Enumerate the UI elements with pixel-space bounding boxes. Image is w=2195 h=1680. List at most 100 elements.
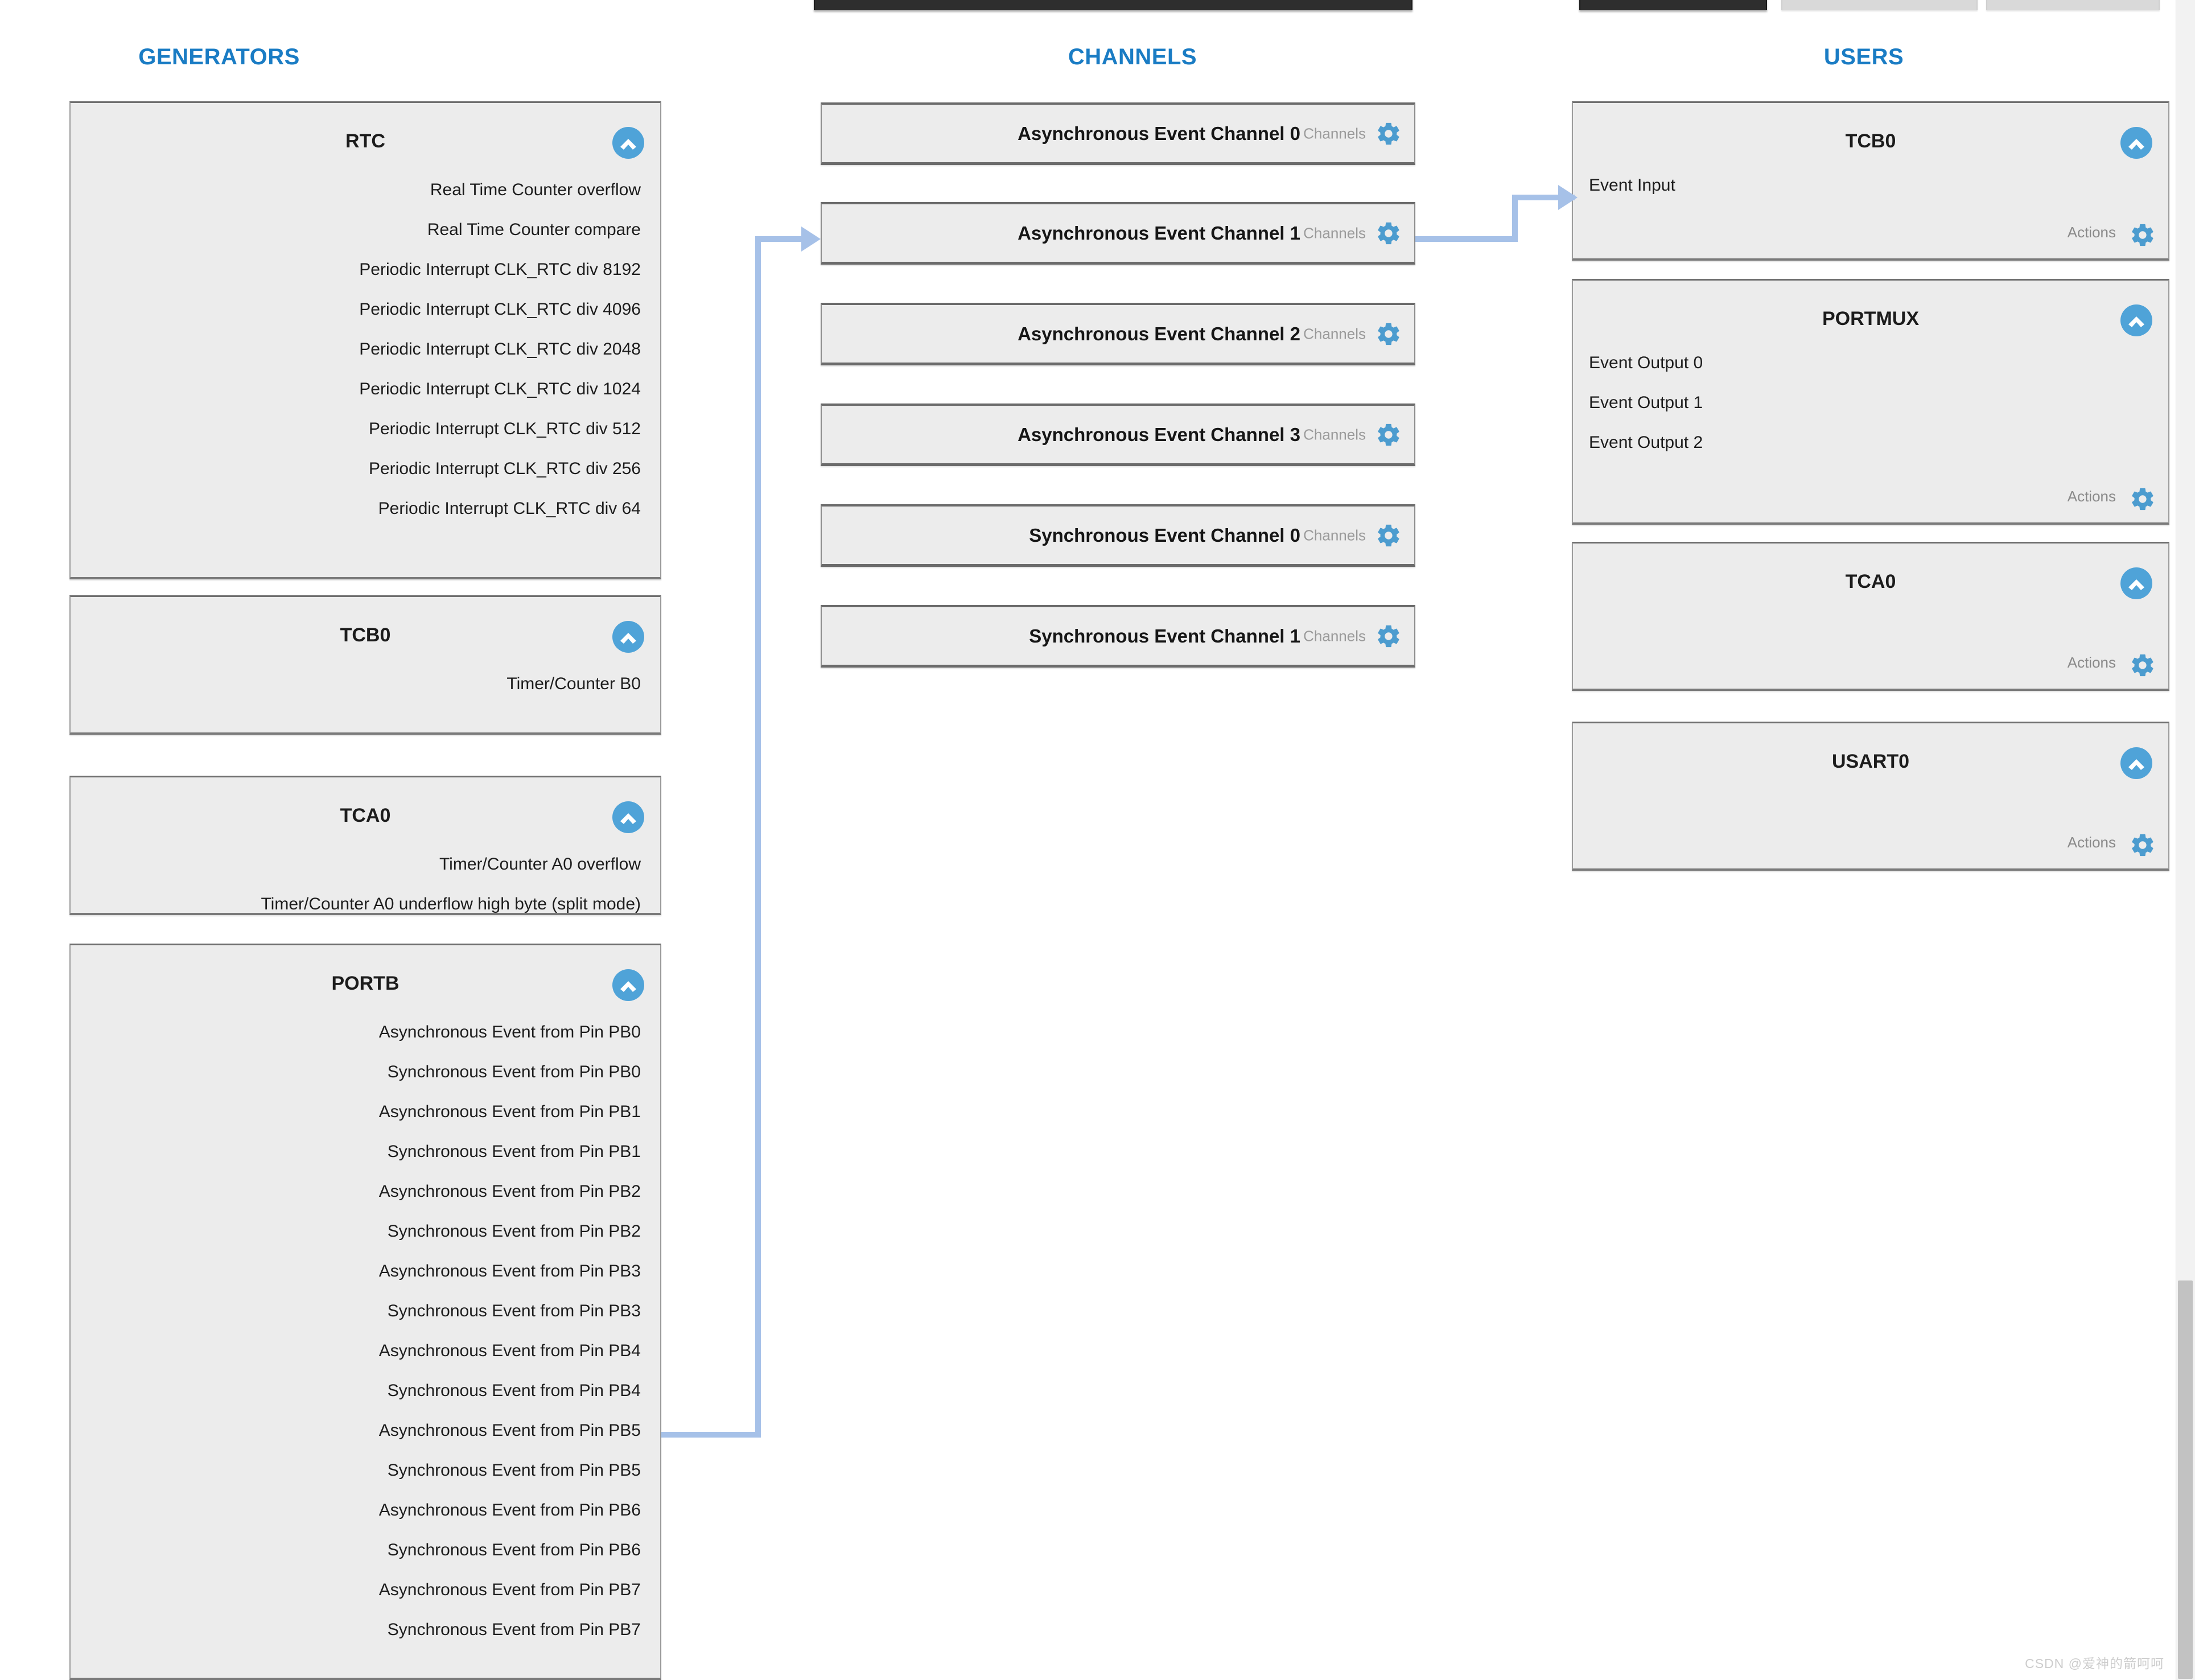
gear-icon[interactable] [1376,121,1402,147]
channel-sublabel: Channels [1303,426,1366,443]
generator-item[interactable]: Periodic Interrupt CLK_RTC div 256 [71,449,641,489]
panel-title: RTC [345,130,385,152]
user-item-list: Event Input [1573,166,2149,205]
gear-icon[interactable] [2130,486,2156,512]
chevron-up-icon[interactable] [612,969,644,1001]
generator-item[interactable]: Synchronous Event from Pin PB3 [71,1291,641,1331]
user-item[interactable]: Event Input [1573,166,2149,205]
channel-row[interactable]: Asynchronous Event Channel 3 Channels [821,403,1415,466]
generator-item[interactable]: Synchronous Event from Pin PB4 [71,1371,641,1411]
generator-item-list: Timer/Counter B0 [71,664,641,704]
watermark: CSDN @爱神的箭呵呵 [2025,1656,2164,1671]
wire-arrowhead-tcb0 [1558,185,1578,210]
chevron-up-icon[interactable] [2120,567,2152,599]
panel-title: TCB0 [340,624,391,646]
generator-item[interactable]: Synchronous Event from Pin PB6 [71,1530,641,1570]
user-item[interactable]: Event Output 0 [1573,343,2149,383]
generator-item-list: Timer/Counter A0 overflow Timer/Counter … [71,845,641,913]
generator-item[interactable]: Synchronous Event from Pin PB0 [71,1052,641,1092]
generator-item[interactable]: Asynchronous Event from Pin PB6 [71,1490,641,1530]
channel-name: Synchronous Event Channel 1 [1029,625,1300,647]
channel-row[interactable]: Asynchronous Event Channel 2 Channels [821,303,1415,365]
vertical-scrollbar-thumb[interactable] [2178,1280,2193,1679]
chevron-up-icon[interactable] [2120,304,2152,336]
user-panel-tca0[interactable]: TCA0 Actions [1572,542,2169,691]
channel-name: Asynchronous Event Channel 0 [1018,122,1300,144]
generator-item[interactable]: Asynchronous Event from Pin PB4 [71,1331,641,1371]
user-panel-portmux[interactable]: PORTMUX Event Output 0 Event Output 1 Ev… [1572,279,2169,525]
panel-title: TCA0 [1845,571,1896,592]
tab-inactive-2[interactable] [1986,0,2160,10]
generator-item[interactable]: Synchronous Event from Pin PB5 [71,1451,641,1490]
generator-item[interactable]: Periodic Interrupt CLK_RTC div 2048 [71,330,641,369]
user-item[interactable]: Event Output 2 [1573,423,2149,463]
wire-pb5-to-channel1-vertical [755,239,761,1434]
generator-item[interactable]: Synchronous Event from Pin PB7 [71,1610,641,1650]
wire-channel1-to-tcb0-horizontal-lower [1415,236,1518,242]
panel-title: PORTB [331,973,400,994]
generator-item[interactable]: Synchronous Event from Pin PB2 [71,1212,641,1251]
tab-active-secondary[interactable] [1579,0,1767,10]
channel-name: Synchronous Event Channel 0 [1029,524,1300,546]
panel-title: USART0 [1831,751,1910,772]
channel-row[interactable]: Asynchronous Event Channel 0 Channels [821,102,1415,165]
channel-row[interactable]: Synchronous Event Channel 1 Channels [821,605,1415,668]
gear-icon[interactable] [2130,222,2156,248]
actions-label: Actions [2067,654,2116,671]
tab-active-main[interactable] [814,0,1412,10]
generator-item[interactable]: Timer/Counter A0 underflow high byte (sp… [71,884,641,913]
panel-title: TCB0 [1845,130,1896,152]
generator-panel-rtc[interactable]: RTC Real Time Counter overflow Real Time… [69,101,661,579]
generator-item[interactable]: Asynchronous Event from Pin PB5 [71,1411,641,1451]
chevron-up-icon[interactable] [2120,747,2152,779]
actions-label: Actions [2067,488,2116,505]
chevron-up-icon[interactable] [2120,127,2152,159]
column-title-users: USERS [1823,44,1904,69]
channel-sublabel: Channels [1303,325,1366,342]
channel-name: Asynchronous Event Channel 1 [1018,222,1300,244]
generator-item[interactable]: Asynchronous Event from Pin PB3 [71,1251,641,1291]
user-panel-tcb0[interactable]: TCB0 Event Input Actions [1572,101,2169,261]
channel-name: Asynchronous Event Channel 3 [1018,423,1300,445]
gear-icon[interactable] [1376,321,1402,347]
generator-item[interactable]: Real Time Counter overflow [71,170,641,210]
actions-label: Actions [2067,834,2116,851]
panel-title: TCA0 [340,805,391,826]
gear-icon[interactable] [1376,522,1402,549]
channel-sublabel: Channels [1303,627,1366,644]
generator-item[interactable]: Periodic Interrupt CLK_RTC div 64 [71,489,641,529]
tab-inactive-1[interactable] [1781,0,1978,10]
channel-name: Asynchronous Event Channel 2 [1018,323,1300,344]
generator-item[interactable]: Asynchronous Event from Pin PB1 [71,1092,641,1132]
chevron-up-icon[interactable] [612,127,644,159]
chevron-up-icon[interactable] [612,621,644,653]
top-tab-strip [0,0,2195,19]
gear-icon[interactable] [1376,422,1402,448]
generator-item[interactable]: Periodic Interrupt CLK_RTC div 512 [71,409,641,449]
generator-item[interactable]: Asynchronous Event from Pin PB0 [71,1012,641,1052]
generator-item[interactable]: Periodic Interrupt CLK_RTC div 8192 [71,250,641,290]
generator-item[interactable]: Asynchronous Event from Pin PB7 [71,1570,641,1610]
generator-item[interactable]: Synchronous Event from Pin PB1 [71,1132,641,1172]
generator-item[interactable]: Asynchronous Event from Pin PB2 [71,1172,641,1212]
generator-item[interactable]: Periodic Interrupt CLK_RTC div 1024 [71,369,641,409]
user-panel-usart0[interactable]: USART0 Actions [1572,722,2169,871]
gear-icon[interactable] [2130,832,2156,858]
generator-item-list: Real Time Counter overflow Real Time Cou… [71,170,641,529]
generator-item[interactable]: Periodic Interrupt CLK_RTC div 4096 [71,290,641,330]
generator-item[interactable]: Timer/Counter B0 [71,664,641,704]
channel-row[interactable]: Asynchronous Event Channel 1 Channels [821,202,1415,265]
generator-item[interactable]: Real Time Counter compare [71,210,641,250]
vertical-scrollbar-track[interactable] [2176,0,2195,1680]
channel-row[interactable]: Synchronous Event Channel 0 Channels [821,504,1415,567]
chevron-up-icon[interactable] [612,801,644,833]
generator-panel-tcb0[interactable]: TCB0 Timer/Counter B0 [69,595,661,735]
gear-icon[interactable] [1376,623,1402,649]
gear-icon[interactable] [1376,220,1402,246]
generator-item[interactable]: Timer/Counter A0 overflow [71,845,641,884]
actions-label: Actions [2067,224,2116,241]
generator-panel-portb[interactable]: PORTB Asynchronous Event from Pin PB0 Sy… [69,944,661,1680]
generator-panel-tca0[interactable]: TCA0 Timer/Counter A0 overflow Timer/Cou… [69,776,661,915]
user-item[interactable]: Event Output 1 [1573,383,2149,423]
gear-icon[interactable] [2130,652,2156,678]
